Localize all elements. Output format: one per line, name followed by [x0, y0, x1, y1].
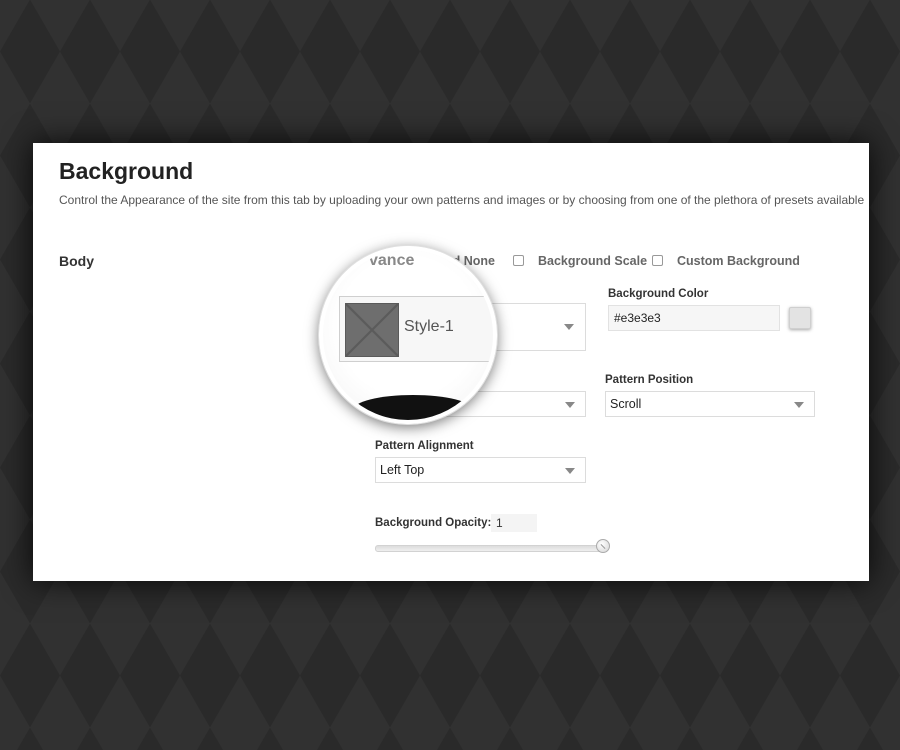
background-scale-label: Background Scale: [538, 254, 648, 268]
chevron-down-icon: [565, 402, 575, 408]
background-color-label: Background Color: [608, 288, 709, 300]
pattern-position-label: Pattern Position: [605, 374, 694, 386]
background-opacity-label: Background Opacity:: [375, 517, 492, 529]
magnified-pattern-value: Style-1: [404, 318, 454, 335]
background-color-input[interactable]: [608, 305, 780, 331]
pattern-alignment-label: Pattern Alignment: [375, 440, 474, 452]
chevron-down-icon: [794, 402, 804, 408]
magnified-shadow: [353, 395, 473, 420]
body-section-label: Body: [59, 253, 94, 269]
color-swatch[interactable]: [789, 307, 811, 329]
page-description: Control the Appearance of the site from …: [59, 193, 865, 207]
magnifier-lens: vance Style-1: [319, 246, 497, 424]
page-title: Background: [59, 158, 194, 184]
pattern-alignment-value: Left Top: [380, 463, 425, 477]
chevron-down-icon: [564, 324, 574, 330]
pattern-thumbnail: [345, 303, 399, 357]
background-opacity-input[interactable]: [491, 514, 537, 532]
pattern-position-select[interactable]: Scroll: [605, 391, 815, 417]
background-none-checkbox[interactable]: [513, 255, 524, 266]
magnified-pattern-select[interactable]: Style-1: [339, 296, 493, 362]
chevron-down-icon: [565, 468, 575, 474]
custom-background-label: Custom Background: [677, 254, 800, 268]
pattern-alignment-select[interactable]: Left Top: [375, 457, 586, 483]
opacity-slider-handle[interactable]: [596, 539, 610, 553]
pattern-position-value: Scroll: [610, 397, 642, 411]
magnified-label: vance: [369, 252, 415, 269]
background-scale-checkbox[interactable]: [652, 255, 663, 266]
background-settings-panel: Background Control the Appearance of the…: [33, 143, 869, 581]
opacity-slider-track[interactable]: [375, 545, 605, 552]
